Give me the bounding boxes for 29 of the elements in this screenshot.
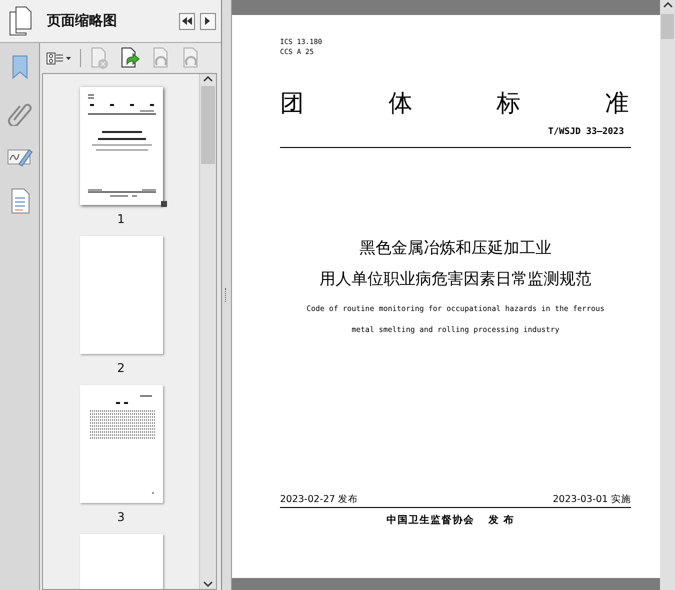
page-icon[interactable]: [8, 188, 30, 214]
page-number: 1: [117, 212, 125, 226]
heading-character: 准: [604, 88, 629, 118]
heading-character: 团: [280, 88, 304, 118]
publisher: 中国卫生监督协会: [386, 514, 474, 527]
chinese-title-line: 黑色金属冶炼和压延加工业: [360, 237, 552, 259]
publish-date: 2023-02-27 发布: [280, 493, 358, 506]
publish-label: 发 布: [488, 514, 515, 527]
double-left-arrow-icon[interactable]: [181, 16, 193, 26]
heading-character: 体: [388, 88, 412, 118]
page-thumbnail[interactable]: [80, 236, 162, 354]
scrollbar-thumb[interactable]: [661, 14, 674, 39]
standard-number: T/WSJD 33—2023: [548, 127, 624, 137]
scrollbar-thumb[interactable]: [201, 86, 215, 164]
chinese-title-line: 用人单位职业病危害因素日常监测规范: [320, 268, 592, 290]
scroll-up-icon[interactable]: [202, 74, 214, 84]
page-number: 3: [117, 510, 125, 524]
page-number: 2: [117, 361, 125, 375]
panel-title: 页面缩略图: [47, 12, 118, 30]
page-thumbnail[interactable]: [80, 385, 162, 503]
insert-page-button[interactable]: [119, 46, 141, 70]
effective-date: 2023-03-01 实施: [552, 493, 631, 506]
expand-button[interactable]: [200, 12, 216, 30]
scroll-down-icon[interactable]: [202, 579, 214, 589]
pages-icon[interactable]: [8, 6, 32, 36]
scroll-up-icon[interactable]: [662, 0, 674, 10]
splitter-grip[interactable]: [225, 288, 228, 302]
collapse-button[interactable]: [179, 12, 195, 30]
heading-character: 标: [496, 88, 521, 118]
